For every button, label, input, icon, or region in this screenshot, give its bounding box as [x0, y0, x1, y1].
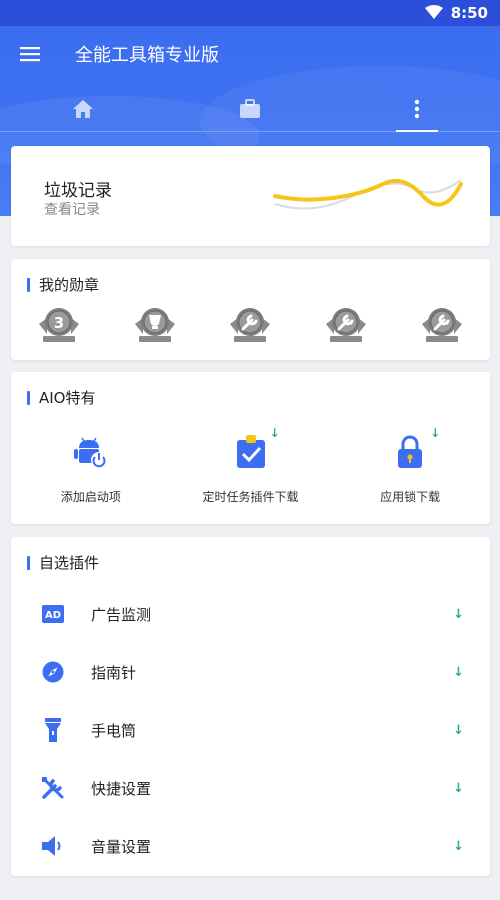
download-arrow-icon[interactable]: ↓	[453, 781, 464, 796]
badges-title: 我的勋章	[27, 274, 99, 295]
plugin-label: 广告监测	[91, 605, 152, 624]
badge-item[interactable]	[203, 304, 299, 346]
more-vert-icon	[414, 99, 419, 118]
badge-item[interactable]	[394, 304, 490, 346]
aio-title: AIO特有	[27, 387, 96, 408]
plugin-label: 手电筒	[91, 721, 137, 740]
trash-record-title: 垃圾记录	[44, 181, 112, 201]
download-arrow-icon: ↓	[269, 426, 280, 440]
tools-icon	[39, 774, 67, 802]
download-arrow-icon: ↓	[430, 426, 441, 440]
tab-more[interactable]	[333, 86, 500, 131]
aio-card: AIO特有 添加启动项 ↓ 定时任务插件下载 ↓ 应用锁下载	[11, 372, 490, 524]
plugin-list: AD 广告监测 ↓ 指南针 ↓ 手电筒 ↓ 快捷设置 ↓ 音量设置 ↓	[11, 585, 490, 875]
hamburger-icon	[20, 47, 40, 62]
compass-icon	[39, 658, 67, 686]
badges-row: 3	[11, 304, 490, 346]
plugin-item-flashlight[interactable]: 手电筒 ↓	[11, 701, 490, 759]
speaker-icon	[39, 832, 67, 860]
medal-number-icon: 3	[38, 308, 79, 342]
wrench-medal-icon	[326, 308, 367, 342]
briefcase-icon	[240, 98, 260, 118]
app-bar: 全能工具箱专业版	[0, 26, 500, 82]
wave-chart-icon	[273, 179, 463, 210]
svg-text:3: 3	[54, 314, 64, 332]
aio-item-label: 应用锁下载	[380, 490, 441, 504]
badge-item[interactable]: 3	[11, 304, 107, 346]
plugins-title: 自选插件	[27, 552, 99, 573]
plugin-item-quick-settings[interactable]: 快捷设置 ↓	[11, 759, 490, 817]
wrench-medal-icon	[422, 308, 463, 342]
android-power-icon	[71, 432, 111, 472]
download-arrow-icon[interactable]: ↓	[453, 607, 464, 622]
home-icon	[73, 99, 94, 118]
plugin-item-ad-monitor[interactable]: AD 广告监测 ↓	[11, 585, 490, 643]
trash-record-card[interactable]: 垃圾记录 查看记录	[11, 146, 490, 246]
badge-item[interactable]	[298, 304, 394, 346]
plugins-card: 自选插件 AD 广告监测 ↓ 指南针 ↓ 手电筒 ↓ 快捷设置 ↓ 音量设置 ↓	[11, 537, 490, 876]
download-arrow-icon[interactable]: ↓	[453, 665, 464, 680]
status-bar: 8:50	[0, 0, 500, 26]
badge-item[interactable]	[107, 304, 203, 346]
clock: 8:50	[450, 4, 488, 22]
add-startup-item-button[interactable]: 添加启动项	[11, 432, 171, 505]
download-arrow-icon[interactable]: ↓	[453, 723, 464, 738]
trophy-medal-icon	[134, 308, 175, 342]
plugin-label: 音量设置	[91, 837, 152, 856]
plugin-label: 指南针	[91, 663, 137, 682]
aio-row: 添加启动项 ↓ 定时任务插件下载 ↓ 应用锁下载	[11, 426, 490, 505]
trash-record-subtitle: 查看记录	[44, 202, 100, 218]
padlock-icon	[390, 432, 430, 472]
aio-item-label: 添加启动项	[60, 490, 121, 504]
clipboard-check-icon	[231, 432, 271, 472]
plugin-item-volume-settings[interactable]: 音量设置 ↓	[11, 817, 490, 875]
wrench-medal-icon	[230, 308, 271, 342]
wifi-icon	[424, 4, 443, 23]
menu-button[interactable]	[0, 26, 60, 82]
tab-home[interactable]	[0, 86, 167, 131]
timer-task-plugin-download-button[interactable]: ↓ 定时任务插件下载	[171, 426, 331, 505]
plugin-item-compass[interactable]: 指南针 ↓	[11, 643, 490, 701]
ad-icon: AD	[39, 600, 67, 628]
plugin-label: 快捷设置	[91, 779, 152, 798]
badges-card: 我的勋章 3	[11, 259, 490, 360]
app-title: 全能工具箱专业版	[75, 45, 219, 66]
aio-item-label: 定时任务插件下载	[202, 490, 299, 504]
flashlight-icon	[39, 716, 67, 744]
tab-tools[interactable]	[167, 86, 334, 131]
tab-bar	[0, 86, 500, 132]
download-arrow-icon[interactable]: ↓	[453, 839, 464, 854]
svg-text:AD: AD	[45, 610, 61, 621]
app-lock-download-button[interactable]: ↓ 应用锁下载	[330, 426, 490, 505]
